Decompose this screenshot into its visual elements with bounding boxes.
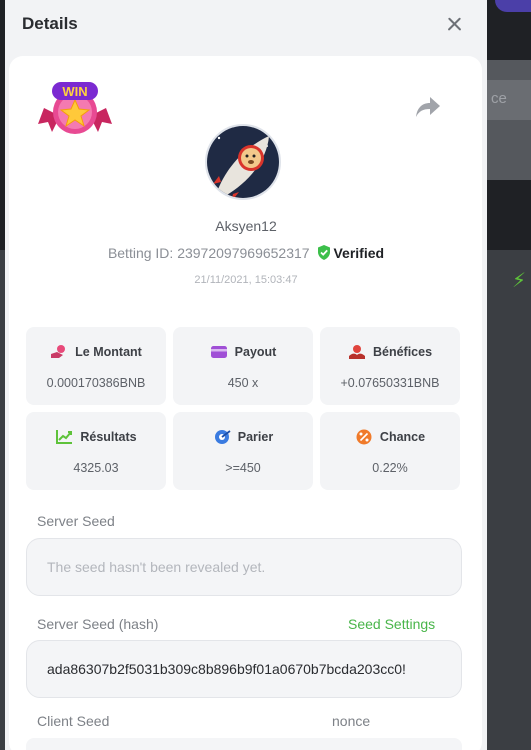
stat-label: Le Montant [75, 345, 142, 359]
stat-bet: Parier >=450 [173, 412, 313, 490]
avatar [205, 124, 281, 200]
stat-value: >=450 [225, 461, 261, 475]
seed-settings-link[interactable]: Seed Settings [348, 616, 435, 632]
stat-value: 450 x [227, 376, 259, 390]
verified-shield-icon [318, 245, 331, 260]
modal-title: Details [22, 14, 78, 33]
close-icon[interactable] [443, 12, 467, 36]
stat-chance: Chance 0.22% [320, 412, 460, 490]
bolt-icon: ⚡ [512, 270, 527, 292]
details-modal: Details WIN Aksyen12 Betting ID: 2397209… [5, 0, 487, 750]
share-icon[interactable] [415, 95, 441, 119]
background-input: ce [487, 80, 531, 120]
nonce-label: nonce [332, 713, 371, 729]
money-hand-icon [348, 345, 365, 359]
verified-label: Verified [333, 245, 385, 261]
stat-value: 0.000170386BNB [46, 376, 146, 390]
wallet-icon [210, 346, 227, 358]
stat-label: Bénéfices [372, 345, 433, 359]
stat-value: +0.07650331BNB [340, 376, 440, 390]
stat-label: Payout [234, 345, 277, 359]
target-icon [214, 430, 231, 444]
coin-hand-icon [51, 345, 66, 358]
server-seed-hash-label: Server Seed (hash) [37, 616, 159, 632]
stat-value: 4325.03 [73, 461, 119, 475]
betting-id-label: Betting ID: [107, 245, 174, 261]
stat-payout: Payout 450 x [173, 327, 313, 405]
stat-label: Parier [237, 430, 274, 444]
stat-value: 0.22% [372, 461, 408, 475]
stat-result: Résultats 4325.03 [26, 412, 166, 490]
win-badge-text: WIN [62, 84, 87, 99]
chart-up-icon [56, 430, 73, 444]
client-seed-label: Client Seed [37, 713, 110, 729]
stat-label: Chance [379, 430, 426, 444]
percent-icon [356, 429, 372, 445]
background-avatar [495, 0, 531, 12]
username: Aksyen12 [215, 218, 277, 234]
modal-header: Details [5, 0, 487, 48]
betting-id-row: Betting ID: 23972097969652317 Verified [5, 245, 487, 261]
betting-id: 23972097969652317 [177, 245, 310, 261]
bet-datetime: 21/11/2021, 15:03:47 [194, 274, 298, 286]
stat-amount: Le Montant 0.000170386BNB [26, 327, 166, 405]
win-badge-icon: WIN [38, 82, 112, 134]
server-seed-field[interactable]: The seed hasn't been revealed yet. [26, 538, 462, 596]
stat-profit: Bénéfices +0.07650331BNB [320, 327, 460, 405]
stats-grid: Le Montant 0.000170386BNB Payout 450 x B… [26, 327, 466, 490]
stat-label: Résultats [80, 430, 137, 444]
server-seed-hash-field[interactable]: ada86307b2f5031b309c8b896b9f01a0670b7bcd… [26, 640, 462, 698]
server-seed-label: Server Seed [37, 513, 115, 529]
client-seed-field[interactable] [26, 738, 462, 750]
